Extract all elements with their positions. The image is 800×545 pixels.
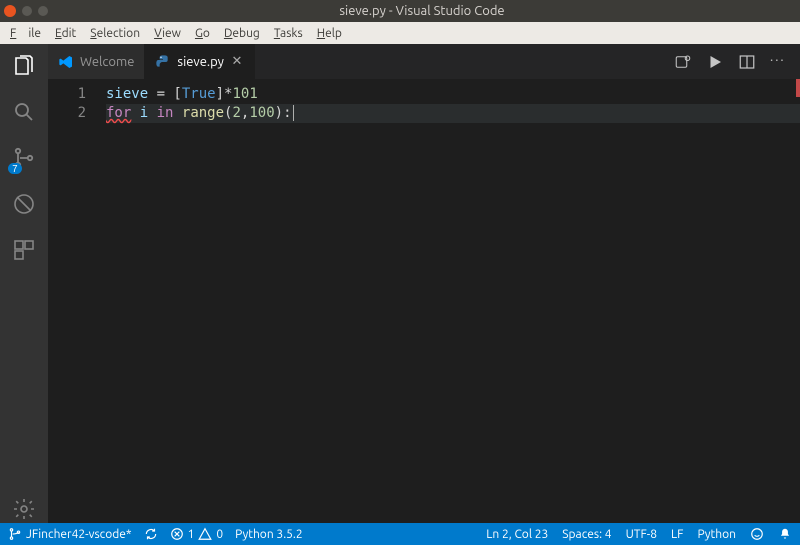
debug-icon[interactable] (10, 190, 38, 218)
text-cursor (293, 105, 294, 121)
menu-help[interactable]: Help (311, 25, 348, 42)
line-number: 1 (48, 85, 86, 104)
split-editor-icon[interactable] (738, 53, 756, 71)
cursor-position[interactable]: Ln 2, Col 23 (486, 528, 548, 541)
more-actions-icon[interactable]: ··· (770, 53, 788, 71)
search-icon[interactable] (10, 98, 38, 126)
line-number: 2 (48, 104, 86, 123)
branch-icon (8, 527, 22, 541)
close-icon[interactable]: ✕ (230, 54, 244, 69)
window-close-button[interactable] (4, 5, 16, 17)
notifications-icon[interactable] (778, 527, 792, 541)
settings-gear-icon[interactable] (10, 495, 38, 523)
vscode-icon (58, 54, 74, 70)
code-line-current[interactable]: for i in range(2,100): (106, 104, 800, 123)
source-control-icon[interactable]: 7 (10, 144, 38, 172)
os-titlebar: sieve.py - Visual Studio Code (0, 0, 800, 22)
status-bar: JFincher42-vscode* 1 0 Python 3.5.2 Ln 2… (0, 523, 800, 545)
tab-welcome-label: Welcome (80, 55, 134, 69)
python-interpreter[interactable]: Python 3.5.2 (235, 528, 303, 541)
tab-bar: Welcome sieve.py ✕ ··· (48, 44, 800, 79)
language-mode[interactable]: Python (697, 528, 736, 541)
indentation[interactable]: Spaces: 4 (562, 528, 611, 541)
scm-badge: 7 (8, 163, 22, 174)
activity-bar: 7 (0, 44, 48, 523)
window-maximize-button[interactable] (38, 6, 48, 16)
menubar: File Edit Selection View Go Debug Tasks … (0, 22, 800, 44)
problems-button[interactable]: 1 0 (170, 527, 224, 541)
sync-icon (144, 527, 158, 541)
tab-sieve-label: sieve.py (177, 55, 224, 69)
encoding[interactable]: UTF-8 (626, 528, 657, 541)
tab-sieve[interactable]: sieve.py ✕ (145, 44, 255, 79)
warning-count: 0 (216, 528, 223, 541)
error-icon (170, 527, 184, 541)
warning-icon (198, 527, 212, 541)
sync-button[interactable] (144, 527, 158, 541)
python-file-icon (155, 54, 171, 70)
menu-go[interactable]: Go (189, 25, 216, 42)
window-controls (4, 5, 48, 17)
run-icon[interactable] (706, 53, 724, 71)
window-title: sieve.py - Visual Studio Code (48, 4, 796, 18)
git-branch[interactable]: JFincher42-vscode* (8, 527, 132, 541)
code-editor[interactable]: 1 2 sieve = [True]*101 for i in range(2,… (48, 79, 800, 523)
menu-edit[interactable]: Edit (49, 25, 82, 42)
menu-view[interactable]: View (148, 25, 187, 42)
editor-actions: ··· (662, 44, 800, 79)
window-minimize-button[interactable] (22, 6, 32, 16)
explorer-icon[interactable] (10, 52, 38, 80)
extensions-icon[interactable] (10, 236, 38, 264)
code-content[interactable]: sieve = [True]*101 for i in range(2,100)… (100, 79, 800, 523)
line-number-gutter: 1 2 (48, 79, 100, 523)
menu-tasks[interactable]: Tasks (268, 25, 309, 42)
feedback-icon[interactable] (750, 527, 764, 541)
editor-area: Welcome sieve.py ✕ ··· 1 2 sieve = [True… (48, 44, 800, 523)
tab-welcome[interactable]: Welcome (48, 44, 145, 79)
eol[interactable]: LF (671, 528, 683, 541)
branch-name: JFincher42-vscode* (26, 528, 132, 541)
overview-ruler-error (796, 79, 800, 97)
menu-file[interactable]: File (4, 25, 47, 42)
open-changes-icon[interactable] (674, 53, 692, 71)
menu-selection[interactable]: Selection (84, 25, 146, 42)
menu-debug[interactable]: Debug (218, 25, 266, 42)
code-line[interactable]: sieve = [True]*101 (106, 85, 800, 104)
error-count: 1 (188, 528, 195, 541)
